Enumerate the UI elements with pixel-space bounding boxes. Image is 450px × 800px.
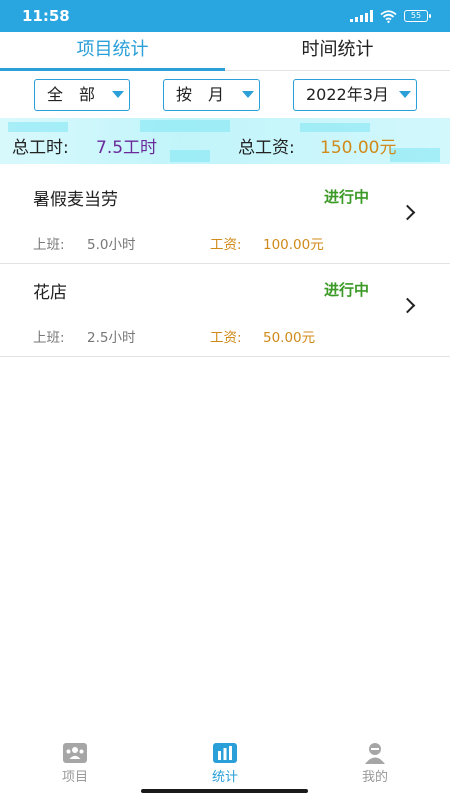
nav-label: 我的: [361, 770, 388, 785]
status-time: 11:58: [22, 7, 70, 25]
category-select[interactable]: 全 部: [34, 79, 130, 111]
work-hours-label: 上班:: [33, 330, 65, 346]
filter-bar: 全 部 按 月 2022年3月: [0, 79, 450, 113]
list-item[interactable]: 暑假麦当劳 进行中 上班: 5.0小时 工资: 100.00元: [0, 171, 450, 264]
status-badge: 进行中: [324, 188, 370, 206]
caret-down-icon: [399, 91, 411, 98]
nav-label: 统计: [211, 770, 238, 785]
wifi-icon: [380, 9, 397, 23]
pay-value: 100.00元: [263, 237, 324, 253]
total-hours-label: 总工时:: [12, 138, 69, 158]
stats-tabs: 项目统计 时间统计: [0, 32, 450, 71]
category-select-value: 全 部: [47, 85, 96, 104]
total-pay-label: 总工资:: [238, 138, 295, 158]
totals-row: 总工时: 7.5工时 总工资: 150.00元: [0, 133, 450, 159]
tab-project-stats[interactable]: 项目统计: [0, 32, 225, 71]
people-icon: [63, 743, 87, 763]
status-badge: 进行中: [324, 281, 370, 299]
period-select-value: 按 月: [176, 85, 225, 104]
pay-value: 50.00元: [263, 330, 316, 346]
home-indicator: [141, 789, 308, 793]
tab-time-stats[interactable]: 时间统计: [225, 32, 450, 70]
battery-icon: 55: [404, 10, 431, 22]
status-bar: 11:58 55: [0, 0, 450, 32]
nav-item-stats[interactable]: 统计: [150, 735, 300, 785]
chevron-right-icon: [399, 204, 416, 221]
signal-icon: [350, 10, 373, 22]
nav-item-me[interactable]: 我的: [300, 735, 450, 785]
work-hours-value: 5.0小时: [87, 237, 136, 253]
pay-label: 工资:: [210, 237, 242, 253]
chevron-right-icon: [399, 297, 416, 314]
bar-chart-icon: [213, 743, 237, 763]
project-list: 暑假麦当劳 进行中 上班: 5.0小时 工资: 100.00元 花店 进行中 上…: [0, 171, 450, 357]
period-select[interactable]: 按 月: [163, 79, 260, 111]
caret-down-icon: [112, 91, 124, 98]
caret-down-icon: [242, 91, 254, 98]
work-hours-label: 上班:: [33, 237, 65, 253]
total-pay-value: 150.00元: [320, 138, 397, 158]
month-select-value: 2022年3月: [306, 85, 389, 104]
work-hours-value: 2.5小时: [87, 330, 136, 346]
project-name: 暑假麦当劳: [33, 190, 118, 210]
nav-item-projects[interactable]: 项目: [0, 735, 150, 785]
status-icons: 55: [350, 9, 431, 23]
user-icon: [365, 743, 385, 764]
nav-label: 项目: [61, 770, 88, 785]
bottom-nav: 项目 统计 我的: [0, 735, 450, 785]
list-item[interactable]: 花店 进行中 上班: 2.5小时 工资: 50.00元: [0, 264, 450, 357]
month-select[interactable]: 2022年3月: [293, 79, 417, 111]
project-name: 花店: [33, 283, 67, 303]
total-hours-value: 7.5工时: [96, 138, 158, 158]
pay-label: 工资:: [210, 330, 242, 346]
